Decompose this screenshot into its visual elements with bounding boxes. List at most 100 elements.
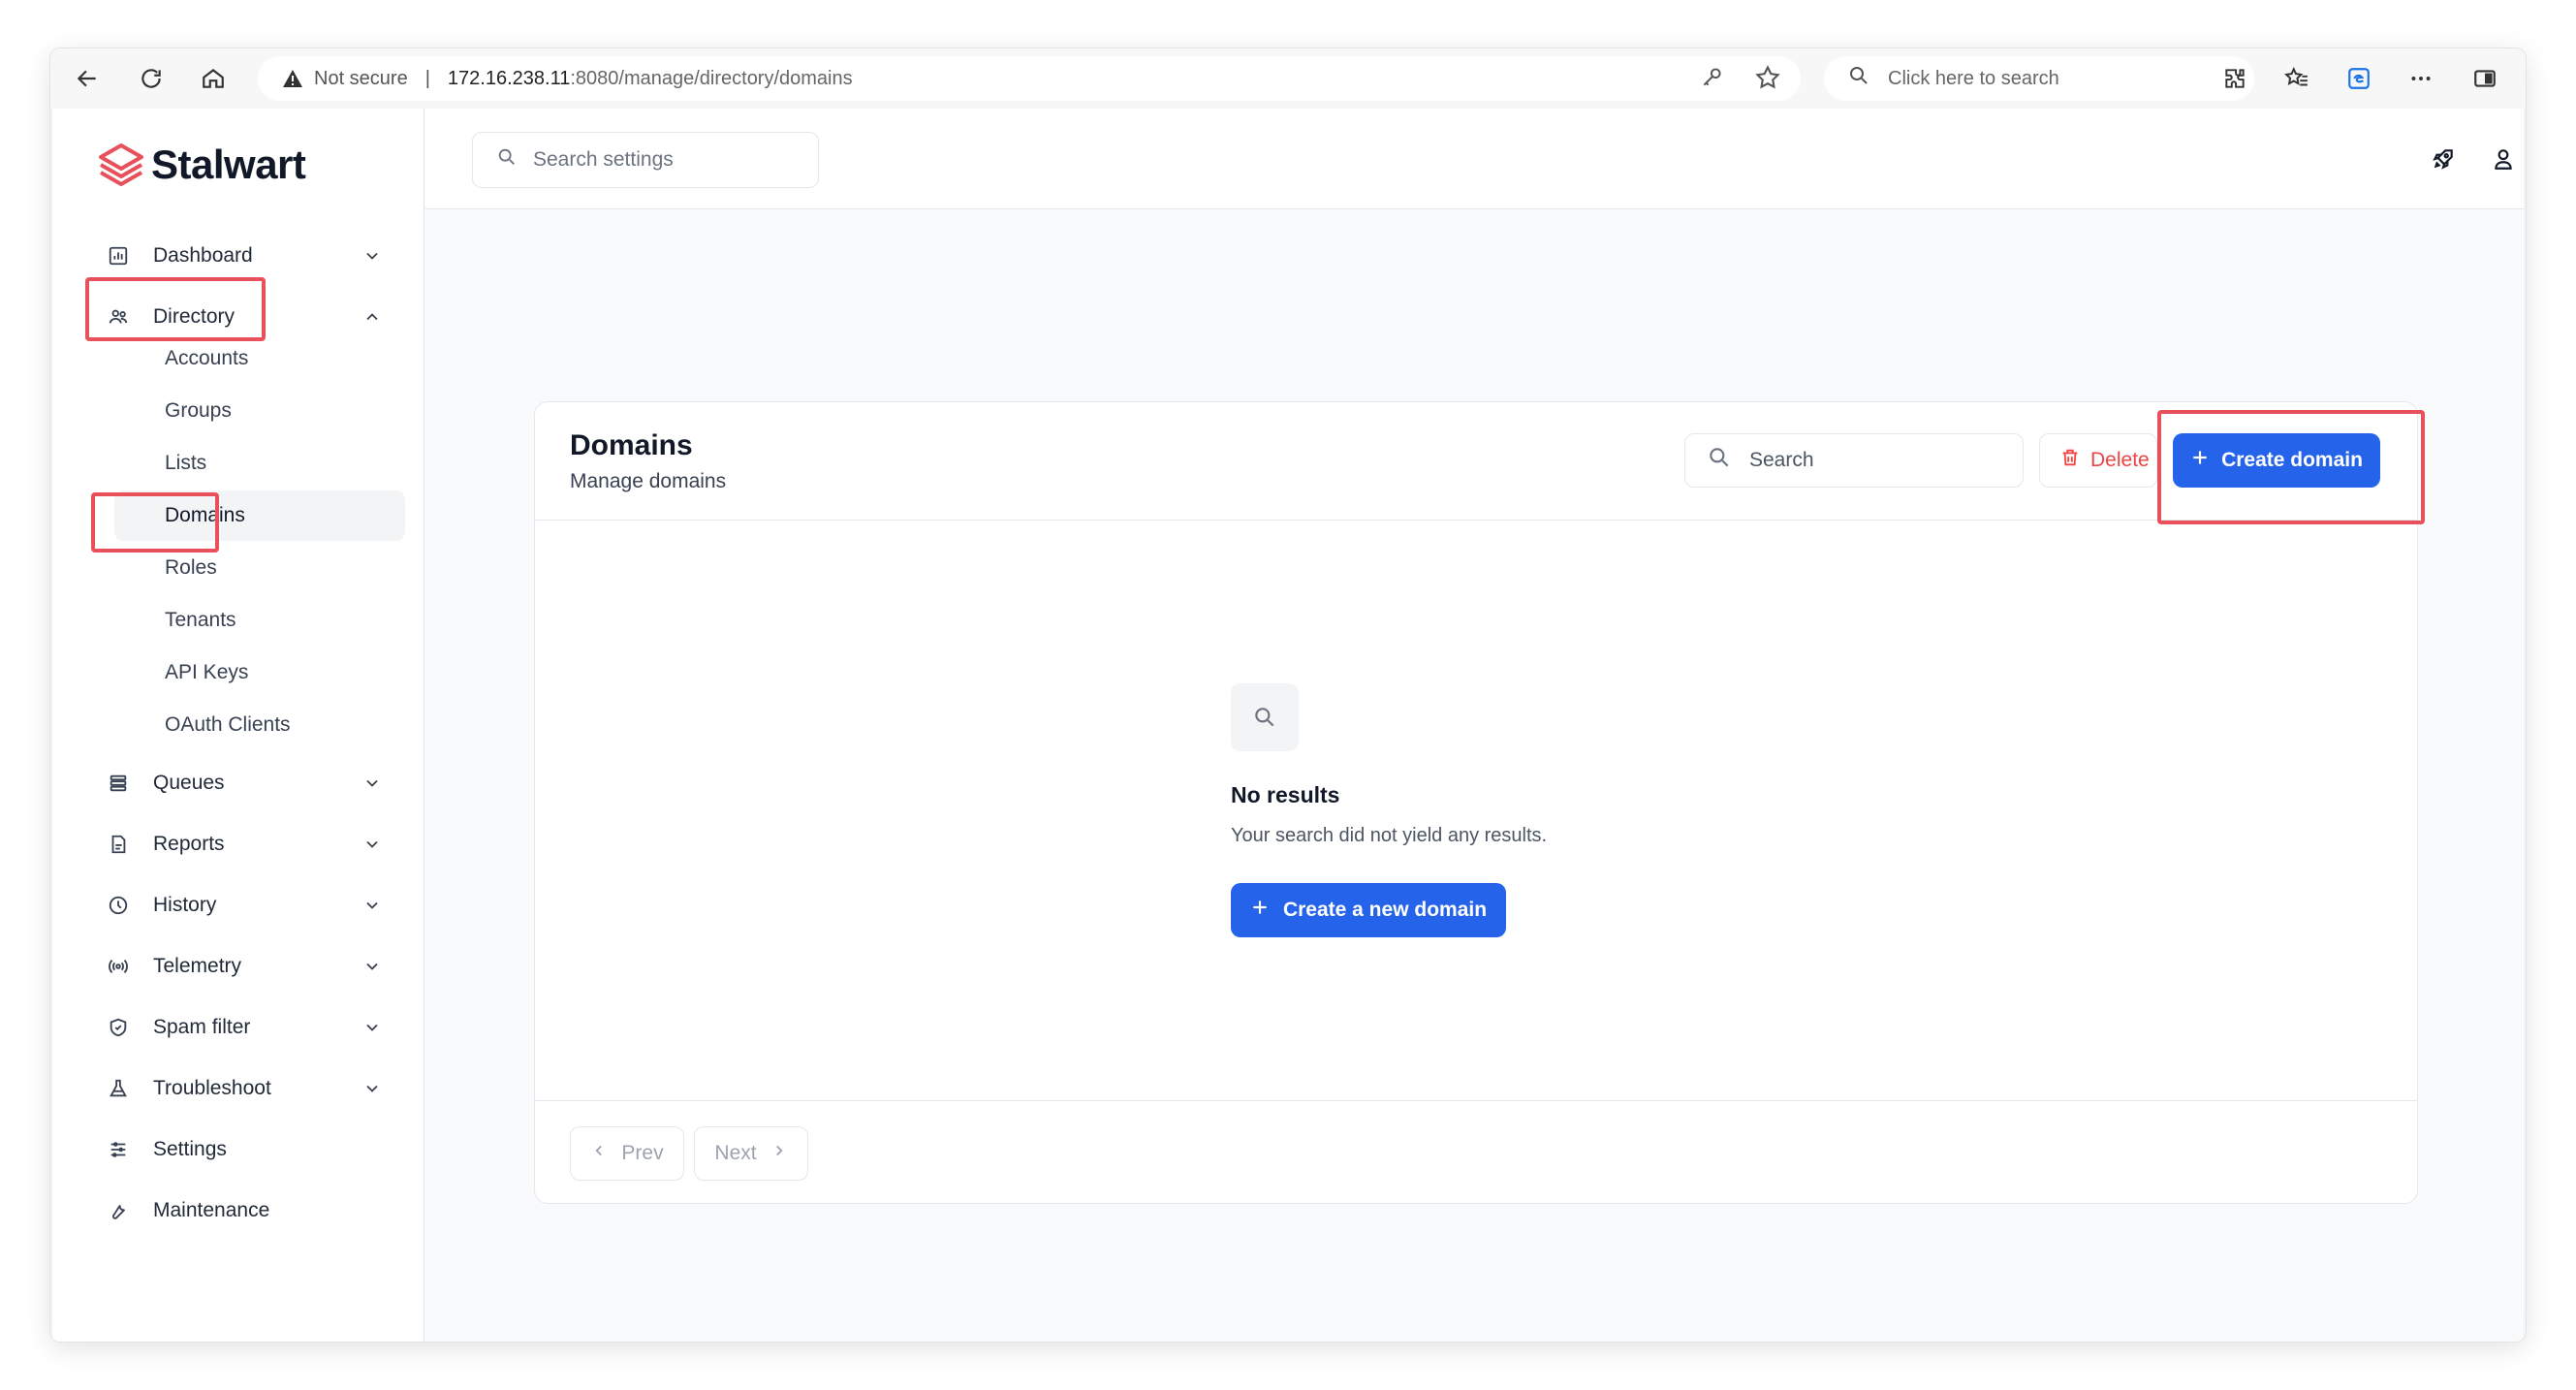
create-domain-button[interactable]: Create domain [2173,433,2380,488]
sidebar-toggle-icon[interactable] [2467,61,2502,96]
refresh-icon[interactable] [134,61,169,96]
subitem-label: API Keys [165,661,249,683]
telemetry-icon [107,955,130,978]
sidebar-subitem-oauth-clients[interactable]: OAuth Clients [114,700,405,750]
browser-search-placeholder: Click here to search [1888,67,2059,89]
sidebar-item-label: Troubleshoot [153,1077,271,1099]
chevron-down-icon[interactable] [362,1079,382,1098]
brand-name: Stalwart [151,142,306,187]
chevron-left-icon [590,1142,608,1165]
history-icon [107,894,130,917]
sidebar-item-spam-filter[interactable]: Spam filter [99,1002,399,1053]
sidebar-item-history[interactable]: History [99,880,399,931]
page-subtitle: Manage domains [570,470,727,492]
domain-search-placeholder: Search [1749,449,1814,471]
empty-state-title: No results [1231,782,1340,807]
plus-icon [1250,898,1270,923]
chevron-right-icon [770,1142,788,1165]
chevron-down-icon[interactable] [362,957,382,976]
sidebar-item-label: Queues [153,772,225,794]
security-label[interactable]: Not secure [314,68,408,90]
user-icon[interactable] [2488,143,2519,174]
brand-logo[interactable]: Stalwart [99,142,306,188]
app-topbar: Search settings [425,109,2524,209]
search-icon [1847,64,1870,93]
sidebar-subitem-domains[interactable]: Domains [114,490,405,541]
warning-icon[interactable] [281,67,304,90]
sidebar-subitem-accounts[interactable]: Accounts [114,333,405,384]
sidebar-item-troubleshoot[interactable]: Troubleshoot [99,1063,399,1114]
sidebar-item-queues[interactable]: Queues [99,758,399,808]
prev-label: Prev [621,1142,664,1164]
create-new-domain-button[interactable]: Create a new domain [1231,883,1506,937]
browser-essentials-icon[interactable] [2341,61,2376,96]
sidebar-item-reports[interactable]: Reports [99,819,399,869]
chevron-down-icon[interactable] [362,835,382,854]
home-icon[interactable] [196,61,231,96]
chevron-down-icon[interactable] [362,774,382,793]
search-icon [1231,683,1299,751]
prev-button[interactable]: Prev [570,1126,684,1181]
delete-button[interactable]: Delete [2039,433,2157,488]
sidebar-subitem-tenants[interactable]: Tenants [114,595,405,646]
sidebar-item-label: Reports [153,833,225,855]
search-icon [1707,445,1732,476]
domains-card: Domains Manage domains Search Delete Cre… [534,401,2425,1204]
sidebar-item-maintenance[interactable]: Maintenance [99,1185,399,1236]
rocket-icon[interactable] [2428,143,2459,174]
dashboard-icon [107,244,130,268]
more-options-icon[interactable] [2403,61,2438,96]
plus-icon [2190,448,2210,473]
sidebar-item-label: Telemetry [153,955,242,977]
key-icon[interactable] [1700,64,1725,97]
subitem-label: Roles [165,556,217,579]
app-viewport: Stalwart Dashboard Directory Accounts Gr… [52,109,2524,1342]
trash-icon [2059,447,2081,474]
sidebar-item-label: Maintenance [153,1199,270,1221]
delete-label: Delete [2090,449,2150,471]
url-path[interactable]: :8080/manage/directory/domains [570,68,852,90]
sidebar-item-label: Settings [153,1138,227,1160]
sidebar-subitem-api-keys[interactable]: API Keys [114,648,405,698]
chevron-down-icon[interactable] [362,1018,382,1037]
star-icon[interactable] [1754,64,1781,97]
card-header: Domains Manage domains Search Delete Cre… [535,402,2425,524]
favorites-icon[interactable] [2279,61,2314,96]
empty-state-description: Your search did not yield any results. [1231,825,1548,846]
sidebar-item-settings[interactable]: Settings [99,1124,399,1175]
search-icon [496,146,518,174]
settings-search-input[interactable]: Search settings [472,132,819,188]
sidebar-subitem-groups[interactable]: Groups [114,386,405,436]
subitem-label: Groups [165,399,232,422]
sidebar-item-label: History [153,894,217,916]
next-label: Next [714,1142,757,1164]
extensions-icon[interactable] [2217,61,2252,96]
queues-icon [107,772,130,795]
sidebar: Stalwart Dashboard Directory Accounts Gr… [52,109,424,1342]
sidebar-item-telemetry[interactable]: Telemetry [99,941,399,992]
url-host[interactable]: 172.16.238.11 [448,68,570,90]
domain-search-input[interactable]: Search [1684,433,2024,488]
address-bar[interactable]: Not secure | 172.16.238.11:8080/manage/d… [258,56,1801,101]
subitem-label: Domains [165,504,245,526]
next-button[interactable]: Next [694,1126,808,1181]
subitem-label: OAuth Clients [165,713,291,736]
chevron-up-icon[interactable] [362,307,382,327]
chevron-down-icon[interactable] [362,246,382,266]
address-separator: | [424,67,430,89]
create-new-domain-label: Create a new domain [1282,899,1488,921]
sidebar-subitem-roles[interactable]: Roles [114,543,405,593]
browser-window: Not secure | 172.16.238.11:8080/manage/d… [50,48,2526,1342]
flask-icon [107,1077,130,1100]
pagination: Prev Next [535,1100,2417,1203]
page-title: Domains [570,429,693,461]
sidebar-item-label: Directory [153,305,236,328]
sidebar-subitem-lists[interactable]: Lists [114,438,405,489]
reports-icon [107,833,130,856]
chevron-down-icon[interactable] [362,896,382,915]
back-arrow-icon[interactable] [70,61,105,96]
browser-search[interactable]: Click here to search [1824,56,2254,101]
shield-icon [107,1016,130,1039]
stalwart-logo-icon [99,143,143,186]
sidebar-item-dashboard[interactable]: Dashboard [99,231,399,281]
